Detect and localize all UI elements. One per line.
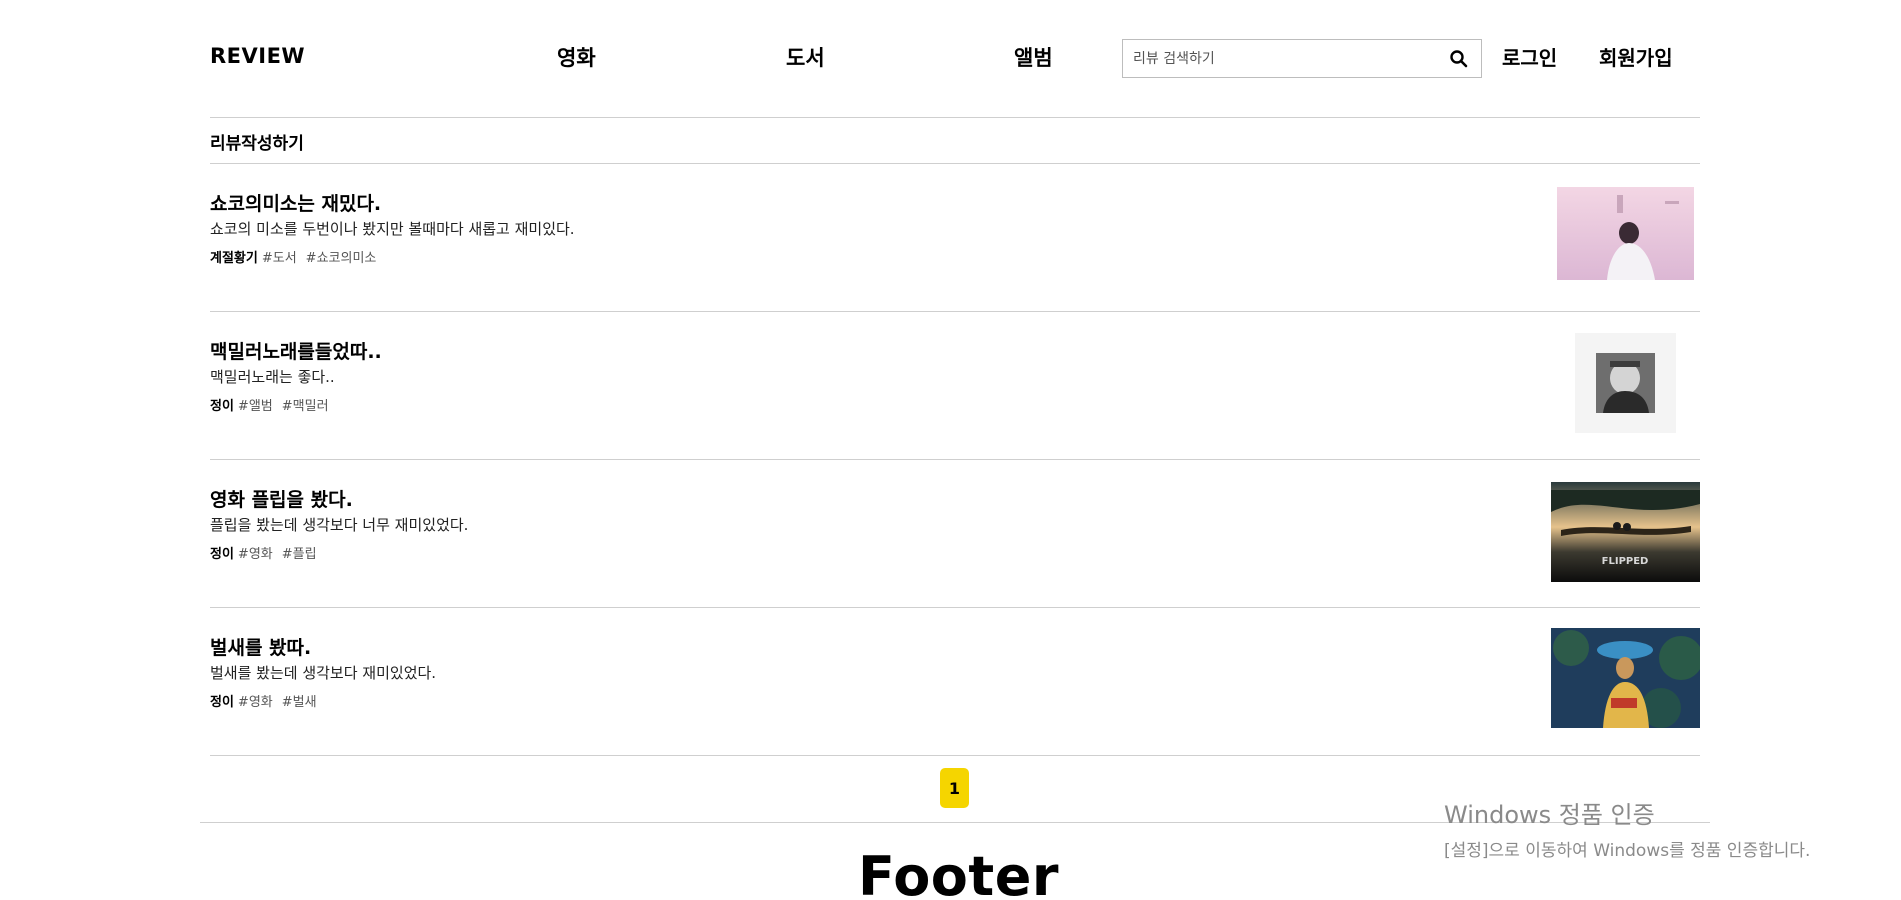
review-body: 플립을 봤는데 생각보다 너무 재미있었다. [210,516,469,534]
windows-activation-watermark: Windows 정품 인증 [설정]으로 이동하여 Windows를 정품 인증… [1444,795,1810,861]
review-thumbnail [1557,187,1694,280]
write-review-link[interactable]: 리뷰작성하기 [210,129,304,154]
review-title: 맥밀러노래를들었따.. [210,341,382,363]
review-meta: 정이 #영화 #벌새 [210,691,317,710]
page-container: REVIEW 영화 도서 앨범 로그인 회원가입 리뷰작성하기 쇼코의미소는 재… [210,0,1700,822]
review-item[interactable]: 맥밀러노래를들었따.. 맥밀러노래는 좋다.. 정이 #앨범 #맥밀러 [210,312,1700,460]
logo[interactable]: REVIEW [210,44,305,68]
poster-title: FLIPPED [1602,556,1649,567]
review-item[interactable]: 영화 플립을 봤다. 플립을 봤는데 생각보다 너무 재미있었다. 정이 #영화 #… [210,460,1700,608]
search-input[interactable] [1123,40,1433,77]
search-icon[interactable] [1449,49,1469,69]
review-meta: 정이 #영화 #플립 [210,543,317,562]
review-author: 정이 [210,399,234,414]
review-tag[interactable]: #맥밀러 [282,399,329,414]
signup-link[interactable]: 회원가입 [1599,42,1673,71]
write-review-bar: 리뷰작성하기 [210,118,1700,164]
watermark-title: Windows 정품 인증 [1444,801,1655,829]
review-body: 맥밀러노래는 좋다.. [210,368,335,386]
review-tag[interactable]: #벌새 [282,695,317,710]
nav-book[interactable]: 도서 [786,42,825,72]
review-title: 쇼코의미소는 재밌다. [210,193,382,215]
review-tag[interactable]: #영화 [238,695,273,710]
review-item[interactable]: 벌새를 봤따. 벌새를 봤는데 생각보다 재미있었다. 정이 #영화 #벌새 [210,608,1700,756]
footer-title: Footer [858,845,1059,900]
nav-movie[interactable]: 영화 [557,42,596,72]
review-tag[interactable]: #쇼코의미소 [306,251,377,266]
review-thumbnail [1551,628,1700,728]
review-body: 쇼코의 미소를 두번이나 봤지만 볼때마다 새롭고 재미있다. [210,220,575,238]
review-meta: 계절황기 #도서 #쇼코의미소 [210,247,376,266]
review-tag[interactable]: #도서 [262,251,297,266]
review-thumbnail [1575,333,1676,433]
login-link[interactable]: 로그인 [1502,42,1557,71]
header: REVIEW 영화 도서 앨범 로그인 회원가입 [210,0,1700,118]
nav-album[interactable]: 앨범 [1014,42,1053,72]
review-item[interactable]: 쇼코의미소는 재밌다. 쇼코의 미소를 두번이나 봤지만 볼때마다 새롭고 재미… [210,164,1700,312]
page-button-current[interactable]: 1 [940,768,969,808]
review-title: 영화 플립을 봤다. [210,489,353,511]
search-box [1122,39,1482,78]
review-title: 벌새를 봤따. [210,637,312,659]
review-tag[interactable]: #영화 [238,547,273,562]
review-author: 정이 [210,547,234,562]
review-tag[interactable]: #플립 [282,547,317,562]
review-author: 계절황기 [210,251,258,266]
review-body: 벌새를 봤는데 생각보다 재미있었다. [210,664,437,682]
review-author: 정이 [210,695,234,710]
watermark-subtitle: [설정]으로 이동하여 Windows를 정품 인증합니다. [1444,841,1811,861]
review-tag[interactable]: #앨범 [238,399,273,414]
review-meta: 정이 #앨범 #맥밀러 [210,395,329,414]
review-thumbnail: FLIPPED [1551,482,1700,582]
